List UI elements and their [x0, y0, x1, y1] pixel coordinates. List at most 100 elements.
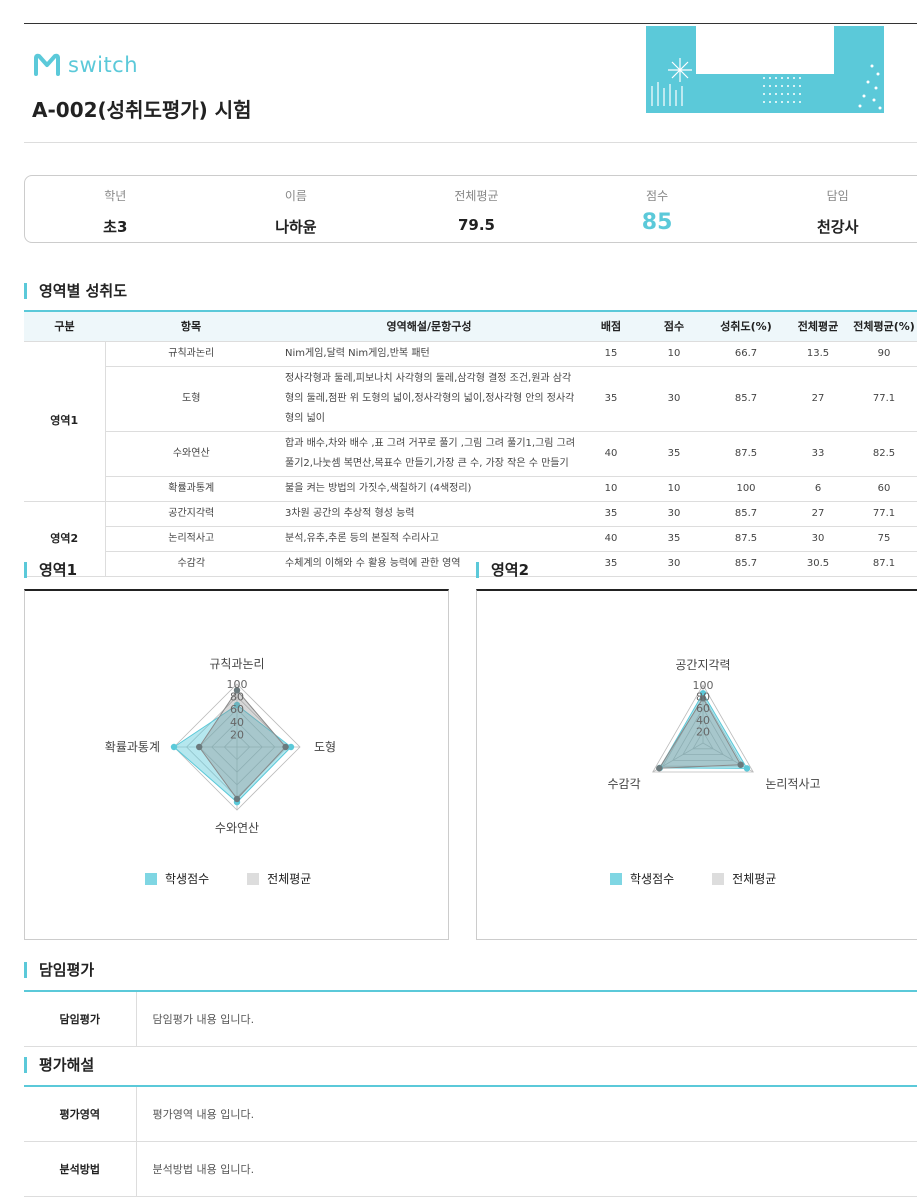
- table-header-row: 구분 항목 영역해설/문항구성 배점 점수 성취도(%) 전체평균 전체평균(%…: [24, 310, 917, 342]
- legend-label: 전체평균: [732, 872, 777, 886]
- info-label: 이름: [284, 189, 307, 203]
- radar-tick-label: 20: [696, 725, 710, 738]
- legend-swatch: [145, 872, 157, 885]
- section-title-achievement: 영역별 성취도: [24, 283, 127, 299]
- points-cell: 15: [581, 341, 641, 367]
- eval-label: 분석방법: [24, 1141, 137, 1197]
- section-title-area2: 영역2: [476, 562, 529, 578]
- info-teacher: 담임 천강사: [747, 176, 917, 242]
- score-cell: 35: [641, 431, 707, 477]
- radar-tick-label: 60: [696, 702, 710, 715]
- score-cell: 30: [641, 551, 707, 577]
- info-score: 점수 85: [567, 176, 748, 242]
- achievement-table: 구분 항목 영역해설/문항구성 배점 점수 성취도(%) 전체평균 전체평균(%…: [24, 310, 917, 577]
- points-cell: 35: [581, 551, 641, 577]
- radar-axis-label: 공간지각력: [675, 658, 730, 672]
- pct-cell: 100: [707, 476, 785, 502]
- column-header: 구분: [24, 310, 105, 342]
- legend-area2: 학생점수 전체평균: [610, 870, 776, 887]
- legend-swatch: [247, 872, 260, 885]
- legend-swatch: [610, 872, 622, 885]
- points-cell: 35: [581, 366, 641, 432]
- avg-pct-cell: 60: [851, 476, 917, 502]
- info-overall-average: 전체평균 79.5: [386, 176, 567, 242]
- radar-svg-area1: 20406080100 규칙과논리도형수와연산 확률과통계: [105, 657, 336, 835]
- item-cell: 수와연산: [105, 431, 277, 477]
- points-cell: 35: [581, 501, 641, 527]
- avg-pct-cell: 90: [851, 341, 917, 367]
- legend-item-student: 학생점수: [145, 870, 209, 887]
- item-cell: 확률과통계: [105, 476, 277, 502]
- points-cell: 10: [581, 476, 641, 502]
- table-row: 분석방법 분석방법 내용 입니다.: [24, 1141, 917, 1197]
- radar-axis-label: 수감각: [608, 777, 641, 791]
- pct-cell: 87.5: [707, 526, 785, 552]
- info-value: 초3: [103, 218, 128, 236]
- radar-axis-label: 규칙과논리: [209, 657, 264, 671]
- column-header: 전체평균(%): [851, 310, 917, 342]
- avg-cell: 13.5: [785, 341, 851, 367]
- score-value: 85: [641, 210, 673, 235]
- pct-cell: 85.7: [707, 501, 785, 527]
- pct-cell: 66.7: [707, 341, 785, 367]
- avg-cell: 27: [785, 501, 851, 527]
- header-banner-graphic: [646, 26, 884, 113]
- radar-axis-label: 도형: [314, 740, 336, 754]
- item-cell: 논리적사고: [105, 526, 277, 552]
- legend-label: 전체평균: [267, 872, 312, 886]
- avg-cell: 30: [785, 526, 851, 552]
- table-row: 평가영역 평가영역 내용 입니다.: [24, 1086, 917, 1142]
- pct-cell: 87.5: [707, 431, 785, 477]
- brand-name: switch: [68, 53, 139, 77]
- score-cell: 30: [641, 366, 707, 432]
- eval-content: 평가영역 내용 입니다.: [136, 1086, 917, 1142]
- interpretation-table: 평가영역 평가영역 내용 입니다. 분석방법 분석방법 내용 입니다.: [24, 1085, 917, 1197]
- avg-pct-cell: 77.1: [851, 501, 917, 527]
- section-title-interpretation: 평가해설: [24, 1057, 94, 1073]
- pct-cell: 85.7: [707, 366, 785, 432]
- score-cell: 10: [641, 476, 707, 502]
- table-row: 영역2 공간지각력 3차원 공간의 추상적 형성 능력 35 30 85.7 2…: [24, 501, 917, 577]
- radar-axis-label: 논리적사고: [765, 777, 820, 791]
- radar-tick-label: 40: [696, 714, 710, 727]
- points-cell: 40: [581, 526, 641, 552]
- table-row: 확률과통계 불을 켜는 방법의 가짓수,색칠하기 (4색정리) 10 10 10…: [24, 476, 917, 502]
- legend-area1: 학생점수 전체평균: [145, 870, 311, 887]
- desc-cell: 분석,유추,추론 등의 본질적 수리사고: [277, 526, 581, 552]
- table-row: 수감각 수체계의 이해와 수 활용 능력에 관한 영역 35 30 85.7 3…: [24, 551, 917, 577]
- avg-cell: 30.5: [785, 551, 851, 577]
- info-value: 천강사: [816, 218, 859, 236]
- column-header: 점수: [641, 310, 707, 342]
- radar-data-point: [170, 743, 178, 751]
- column-header: 전체평균: [785, 310, 851, 342]
- score-cell: 30: [641, 501, 707, 527]
- top-border: [24, 23, 917, 24]
- radar-data-point: [743, 765, 751, 772]
- radar-svg-area2: 20406080100 공간지각력논리적사고 수감각: [608, 658, 821, 791]
- radar-axis-label: 확률과통계: [105, 740, 160, 754]
- points-cell: 40: [581, 431, 641, 477]
- area-cell: 영역1: [24, 341, 106, 502]
- pct-cell: 85.7: [707, 551, 785, 577]
- avg-cell: 27: [785, 366, 851, 432]
- desc-cell: 정사각형과 둘레,피보나치 사각형의 둘레,삼각형 결정 조건,원과 삼각형의 …: [277, 366, 581, 432]
- header-divider: [24, 142, 917, 143]
- radar-data-point: [737, 761, 744, 768]
- section-title-area1: 영역1: [24, 562, 77, 578]
- radar-chart-area2: 20 40 60 80 100 공간지각력 논리적사고 수감각: [476, 589, 917, 940]
- info-label: 학년: [104, 189, 127, 203]
- column-header: 배점: [581, 310, 641, 342]
- radar-data-point: [656, 765, 663, 772]
- brand-logo: switch: [32, 52, 138, 78]
- student-info-box: 학년 초3 이름 나하윤 전체평균 79.5 점수 85 담임 천강사: [24, 175, 917, 243]
- table-row: 영역1 규칙과논리 Nim게임,달력 Nim게임,반복 패턴 15 10 66.…: [24, 341, 917, 502]
- info-value: 79.5: [457, 216, 495, 234]
- radar-tick-label: 100: [227, 678, 248, 691]
- info-name: 이름 나하윤: [206, 176, 387, 242]
- exam-title: A-002(성취도평가) 시험: [32, 98, 252, 122]
- eval-content: 분석방법 내용 입니다.: [136, 1141, 917, 1197]
- radar-chart-area1: 20 40 60 80 100 규칙과논리 도형 수와연산 확률과통계: [24, 589, 449, 940]
- radar-tick-label: 40: [230, 716, 244, 729]
- teacher-eval-table: 담임평가 담임평가 내용 입니다.: [24, 990, 917, 1047]
- avg-pct-cell: 82.5: [851, 431, 917, 477]
